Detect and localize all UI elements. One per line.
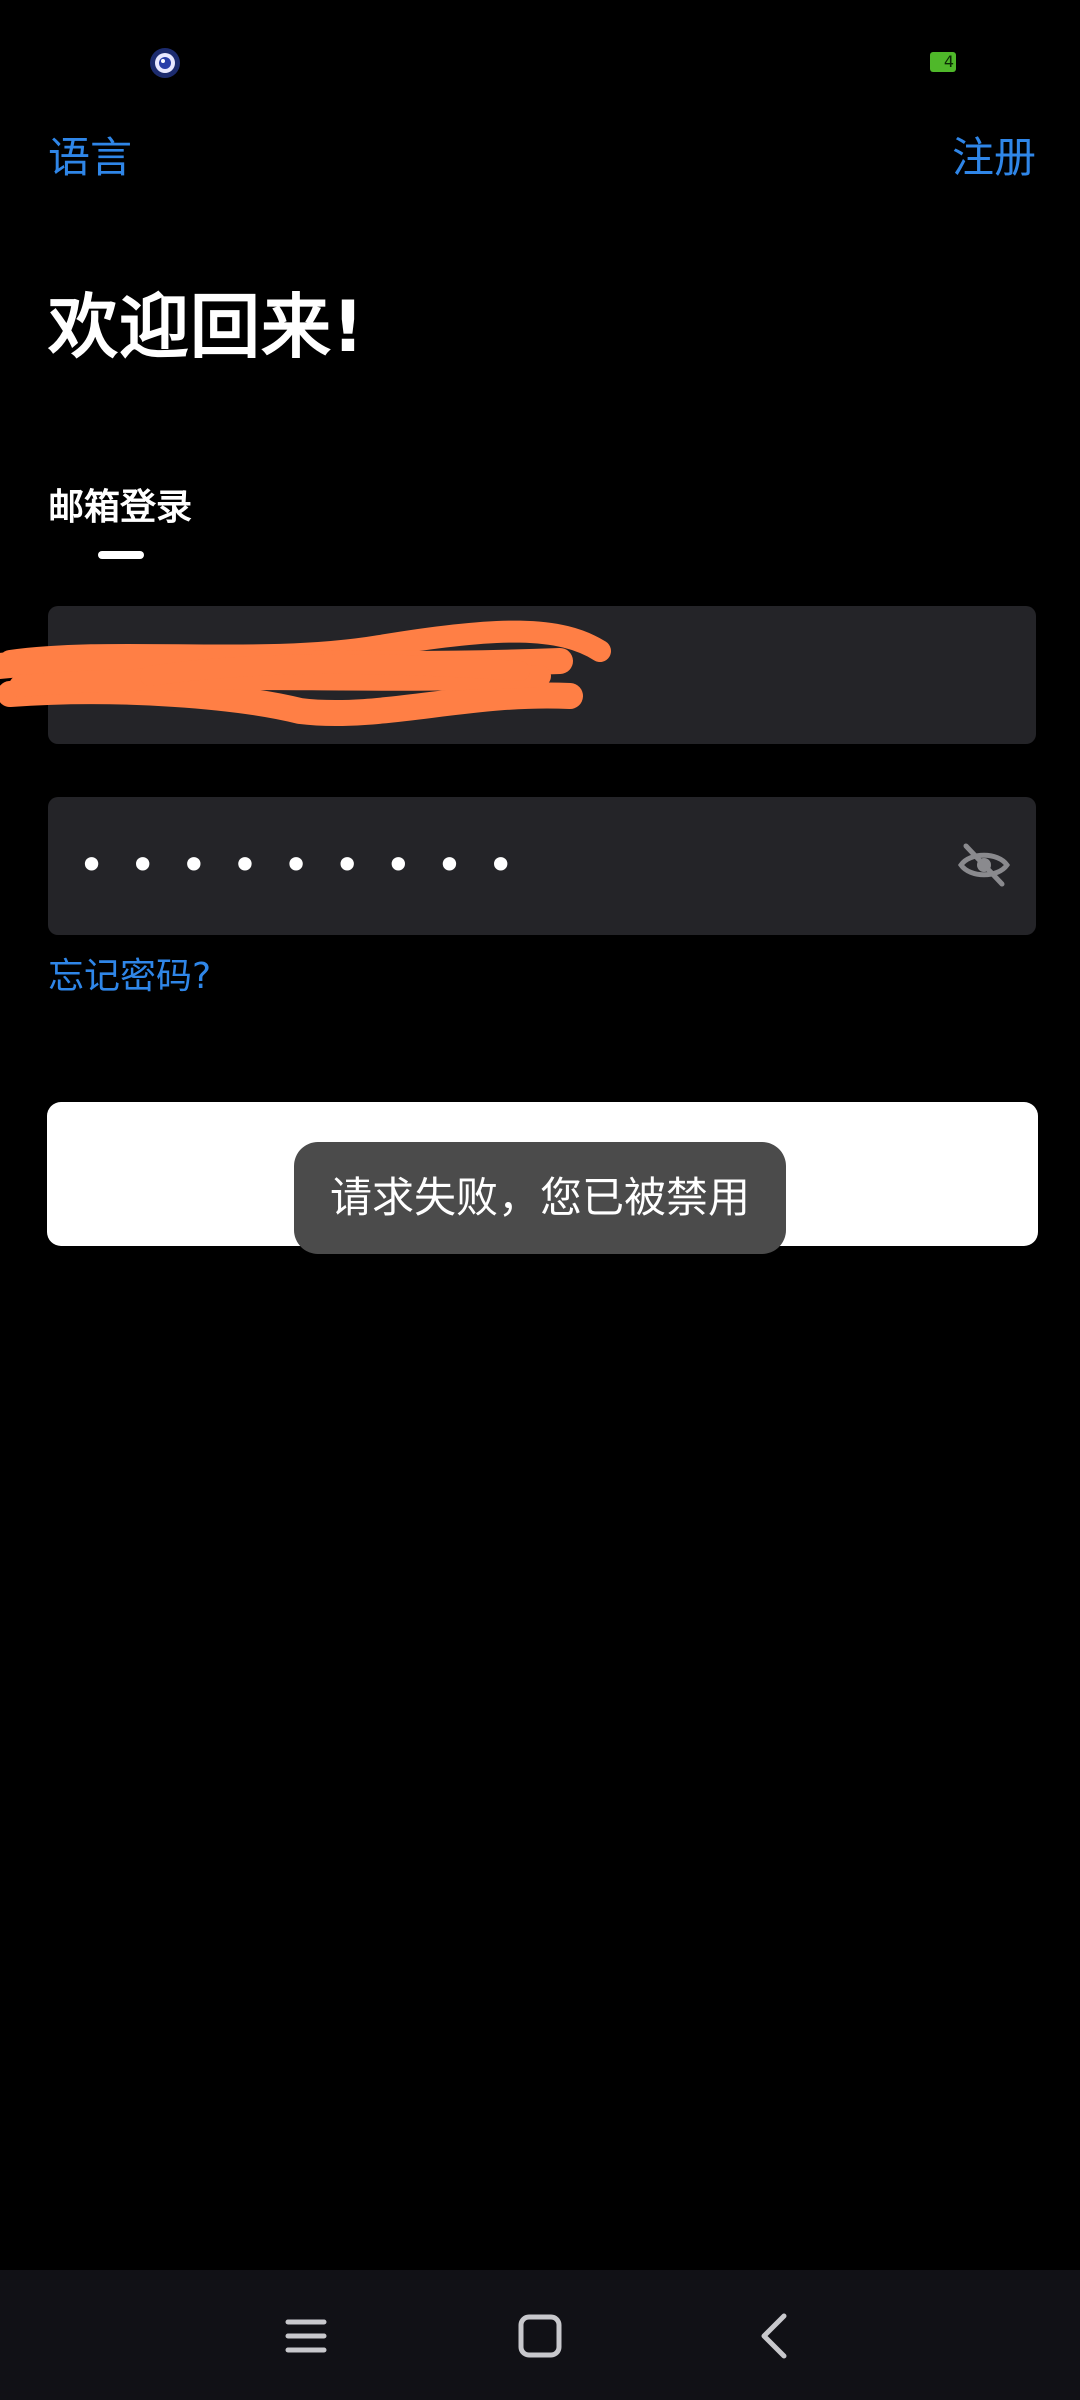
- sparkle-app-icon: [150, 48, 180, 78]
- register-link[interactable]: 注册: [952, 128, 1036, 188]
- password-masked-value: •••••••••: [78, 838, 539, 892]
- tab-email-login[interactable]: 邮箱登录: [48, 482, 192, 534]
- email-redaction-scribble: [0, 620, 611, 726]
- menu-icon[interactable]: [266, 2296, 346, 2376]
- home-icon[interactable]: [500, 2296, 580, 2376]
- eye-off-icon[interactable]: [958, 842, 1010, 888]
- system-navigation-bar: [0, 2270, 1080, 2400]
- language-link[interactable]: 语言: [48, 128, 132, 188]
- status-bar: 4: [0, 0, 1080, 120]
- page-title: 欢迎回来!: [48, 286, 365, 368]
- forgot-password-link[interactable]: 忘记密码?: [48, 950, 211, 1004]
- active-tab-indicator: [98, 551, 144, 559]
- back-icon[interactable]: [734, 2296, 814, 2376]
- battery-icon: 4: [930, 52, 956, 72]
- error-toast: 请求失败，您已被禁用: [294, 1142, 786, 1254]
